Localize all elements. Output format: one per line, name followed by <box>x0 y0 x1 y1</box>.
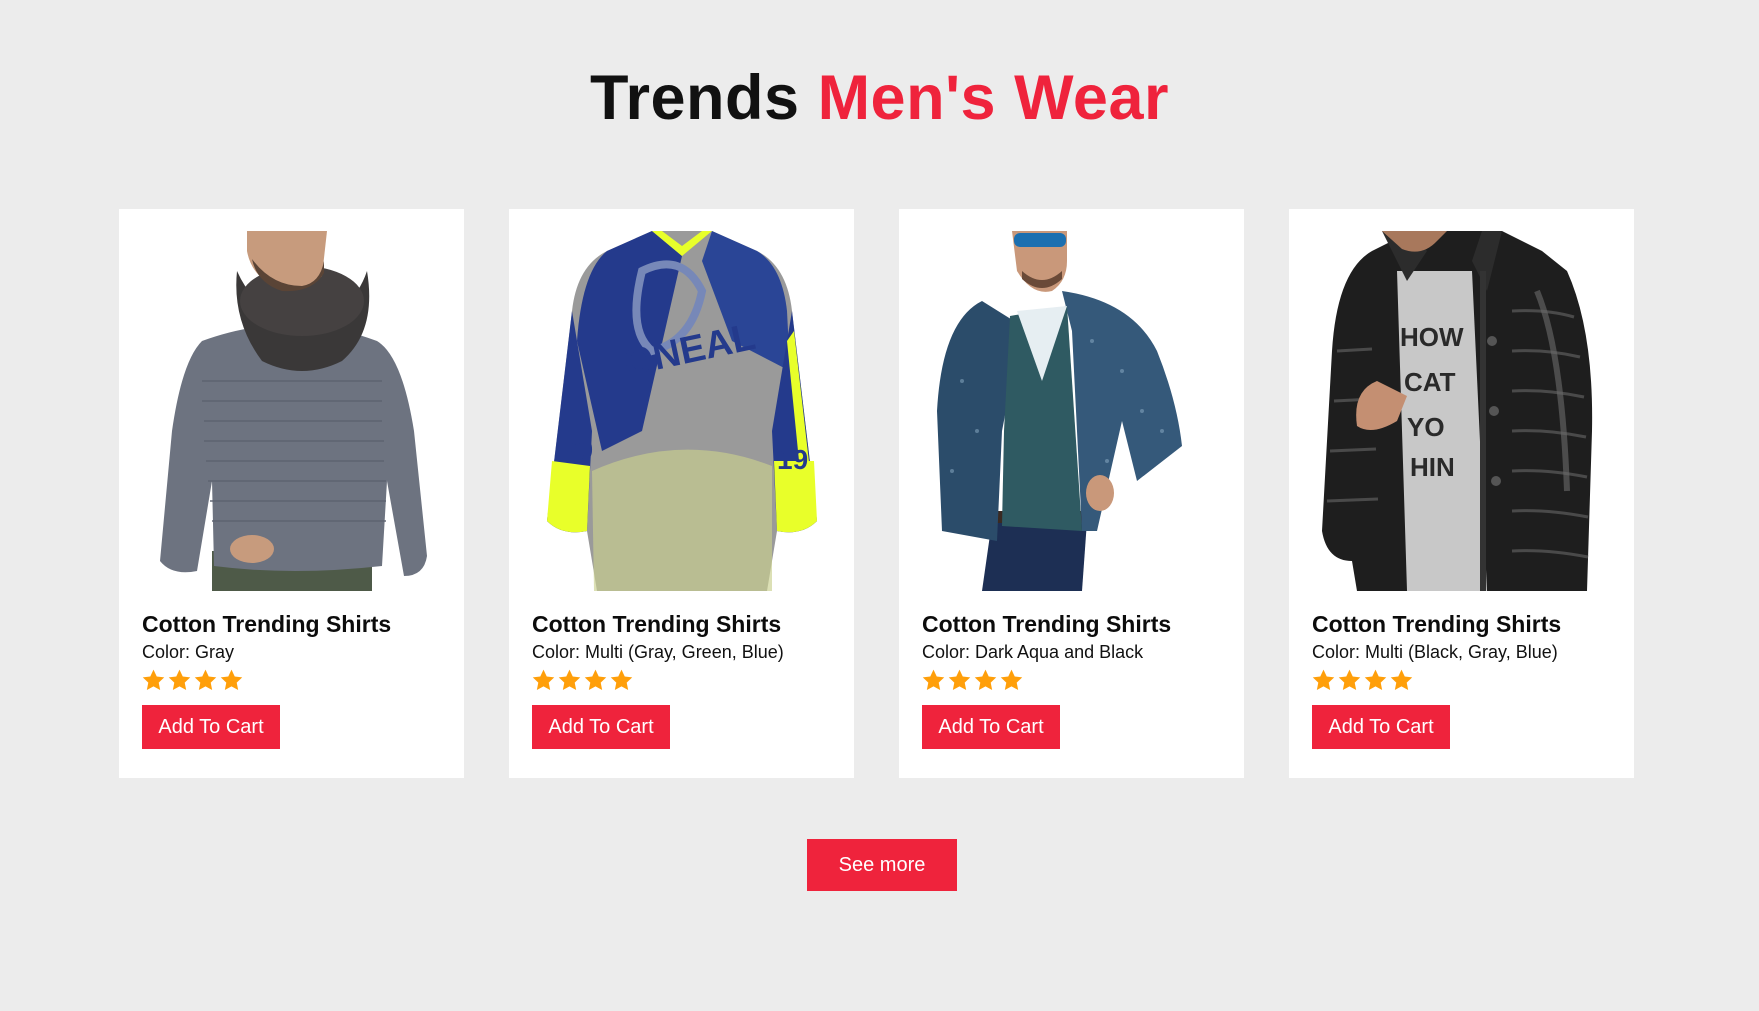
star-icon <box>584 669 607 690</box>
product-card: Cotton Trending Shirts Color: Dark Aqua … <box>899 209 1244 778</box>
add-to-cart-button[interactable]: Add To Cart <box>1312 705 1450 749</box>
rating-stars <box>141 668 244 694</box>
star-icon <box>922 669 945 690</box>
star-icon <box>974 669 997 690</box>
product-section: Trends Men's Wear Cotton Trending Shirts… <box>0 0 1759 1011</box>
add-to-cart-button[interactable]: Add To Cart <box>142 705 280 749</box>
add-to-cart-button[interactable]: Add To Cart <box>532 705 670 749</box>
svg-text:HOW: HOW <box>1400 322 1464 352</box>
black-jacket-image: HOW CAT YO HIN <box>1312 231 1612 591</box>
star-icon <box>610 669 633 690</box>
rating-stars <box>1311 668 1414 694</box>
product-color: Color: Gray <box>142 642 235 662</box>
product-card: HOW CAT YO HIN Cotton Trending Shirts Color… <box>1289 209 1634 778</box>
product-color: Color: Multi (Gray, Green, Blue) <box>532 642 784 662</box>
star-icon <box>1390 669 1413 690</box>
rating-stars <box>531 668 634 694</box>
star-icon <box>168 669 191 690</box>
product-color: Color: Multi (Black, Gray, Blue) <box>1312 642 1558 662</box>
aqua-cardigan-image <box>922 231 1222 591</box>
product-title: Cotton Trending Shirts <box>532 611 782 637</box>
svg-text:70: 70 <box>562 434 593 465</box>
gray-sweater-image <box>142 231 442 591</box>
section-heading: Trends Men's Wear <box>0 62 1759 134</box>
product-image[interactable] <box>142 231 442 591</box>
add-to-cart-button[interactable]: Add To Cart <box>922 705 1060 749</box>
product-image[interactable]: ONEAL 70 19 <box>532 231 832 591</box>
star-icon <box>1338 669 1361 690</box>
rating-stars <box>921 668 1024 694</box>
product-card: Cotton Trending Shirts Color: Gray Add T… <box>119 209 464 778</box>
star-icon <box>220 669 243 690</box>
star-icon <box>142 669 165 690</box>
svg-text:19: 19 <box>777 444 808 475</box>
product-card: ONEAL 70 19 Cotton Trending Shirts Color… <box>509 209 854 778</box>
star-icon <box>948 669 971 690</box>
star-icon <box>532 669 555 690</box>
star-icon <box>194 669 217 690</box>
svg-text:CAT: CAT <box>1404 367 1456 397</box>
star-icon <box>1312 669 1335 690</box>
product-image[interactable]: HOW CAT YO HIN <box>1312 231 1612 591</box>
product-title: Cotton Trending Shirts <box>922 611 1172 637</box>
motocross-jersey-image: ONEAL 70 19 <box>532 231 832 591</box>
heading-text: Trends <box>589 63 800 133</box>
svg-text:YO: YO <box>1407 412 1445 442</box>
star-icon <box>1364 669 1387 690</box>
star-icon <box>558 669 581 690</box>
product-title: Cotton Trending Shirts <box>1312 611 1562 637</box>
product-color: Color: Dark Aqua and Black <box>922 642 1144 662</box>
svg-text:HIN: HIN <box>1410 452 1455 482</box>
product-title: Cotton Trending Shirts <box>142 611 392 637</box>
heading-accent-text: Men's Wear <box>817 63 1170 133</box>
star-icon <box>1000 669 1023 690</box>
see-more-button[interactable]: See more <box>807 839 957 891</box>
product-image[interactable] <box>922 231 1222 591</box>
